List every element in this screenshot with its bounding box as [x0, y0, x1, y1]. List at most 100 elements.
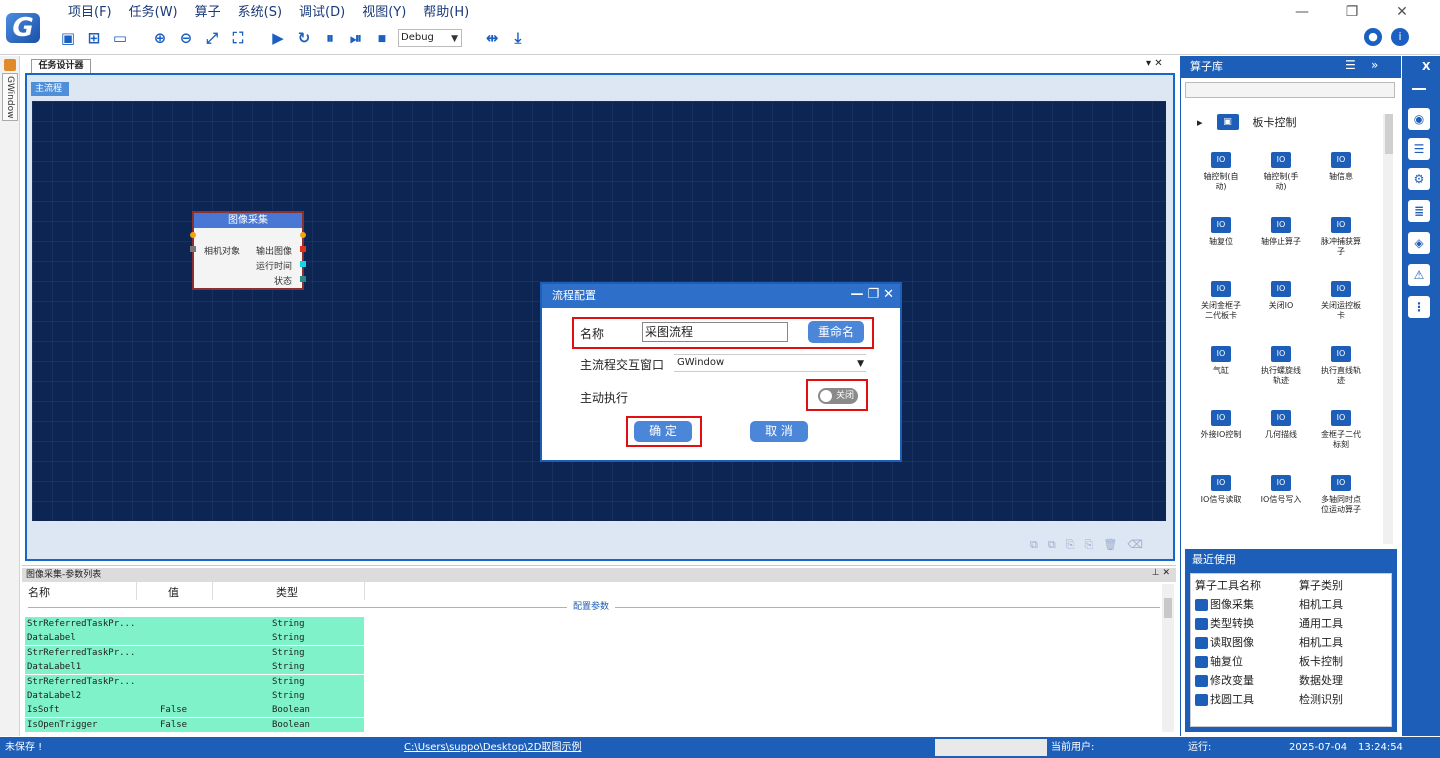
recent-row[interactable]: 找圆工具 检测识别 — [1195, 690, 1389, 709]
pause-icon[interactable]: ⏸ — [320, 28, 340, 48]
operator-search-input[interactable] — [1185, 82, 1395, 98]
node-output-port[interactable] — [300, 276, 306, 282]
align-icon[interactable]: ⧉ — [1030, 538, 1038, 552]
category-row[interactable]: ▸ ▣ 板卡控制 — [1197, 114, 1297, 130]
download-icon[interactable]: ⤓ — [508, 28, 528, 48]
operator-item[interactable]: IO 执行螺旋线 轨迹 — [1251, 345, 1311, 386]
debug-mode-select[interactable]: Debug — [398, 29, 462, 47]
rename-button[interactable]: 重命名 — [808, 321, 864, 343]
pin-icon[interactable]: ⊥ ✕ — [1152, 568, 1170, 578]
run-icon[interactable]: ▶ — [268, 28, 288, 48]
col-header-type[interactable]: 类型 — [276, 584, 298, 600]
operator-item[interactable]: IO IO信号读取 — [1191, 474, 1251, 505]
menu-project[interactable]: 项目(F) — [68, 3, 112, 23]
operator-item[interactable]: IO 几何描线 — [1251, 410, 1311, 440]
operator-item[interactable]: IO 轴停止算子 — [1251, 216, 1311, 247]
operator-item[interactable]: IO 轴控制(手 动) — [1251, 152, 1311, 192]
settings-icon[interactable]: ⚙ — [1408, 168, 1430, 190]
menu-icon[interactable]: ☰ — [1345, 58, 1356, 72]
recent-row[interactable]: 图像采集 相机工具 — [1195, 595, 1389, 614]
menu-operator[interactable]: 算子 — [195, 3, 221, 23]
chevron-right-icon[interactable]: ▸ — [1197, 116, 1203, 129]
param-row[interactable]: IsSoft False Boolean — [25, 703, 364, 718]
operator-scrollbar[interactable] — [1383, 114, 1393, 544]
operator-item[interactable]: IO 金框子二代 标刻 — [1311, 410, 1371, 450]
clear-icon[interactable]: ⌫ — [1127, 538, 1143, 552]
col-header-value[interactable]: 值 — [168, 584, 179, 600]
recent-row[interactable]: 轴复位 板卡控制 — [1195, 652, 1389, 671]
operator-item[interactable]: IO 外接IO控制 — [1191, 410, 1251, 440]
new-icon[interactable]: ⊞ — [84, 28, 104, 48]
gwindow-side-tab[interactable]: GWindow — [2, 73, 18, 121]
close-icon[interactable]: X — [1422, 60, 1430, 73]
node-output-port[interactable] — [300, 246, 306, 252]
cancel-button[interactable]: 取 消 — [750, 421, 808, 442]
param-row[interactable]: StrReferredTaskPr... String — [25, 617, 364, 631]
checklist-icon[interactable]: ☰ — [1408, 138, 1430, 160]
operator-scroll-thumb[interactable] — [1385, 114, 1393, 154]
step-icon[interactable]: ⏯ — [346, 28, 366, 48]
param-row[interactable]: StrReferredTaskPr... String — [25, 645, 364, 660]
recent-row[interactable]: 类型转换 通用工具 — [1195, 614, 1389, 633]
dialog-restore-icon[interactable]: ❐ — [867, 287, 879, 302]
warning-icon[interactable]: ⚠ — [1408, 264, 1430, 286]
camera-icon[interactable]: ◉ — [1408, 108, 1430, 130]
fullscreen-icon[interactable]: ⛶ — [228, 28, 248, 48]
param-row[interactable]: DataLabel1 String — [25, 660, 364, 675]
operator-item[interactable]: IO 关闭IO — [1251, 281, 1311, 311]
zoom-out-icon[interactable]: ⊖ — [176, 28, 196, 48]
menu-debug[interactable]: 调试(D) — [299, 3, 345, 23]
param-row[interactable]: DataLabel String — [25, 631, 364, 646]
recent-row[interactable]: 读取图像 相机工具 — [1195, 633, 1389, 652]
delete-icon[interactable]: 🗑 — [1103, 538, 1117, 552]
zoom-in-icon[interactable]: ⊕ — [150, 28, 170, 48]
node-input-port[interactable] — [190, 246, 196, 252]
restore-button[interactable]: ❐ — [1342, 4, 1362, 22]
menu-task[interactable]: 任务(W) — [129, 3, 178, 23]
param-scrollbar[interactable] — [1162, 584, 1174, 732]
project-path-link[interactable]: C:\Users\suppo\Desktop\2D取图示例 — [404, 737, 582, 758]
group-icon[interactable]: ⧉ — [1048, 538, 1056, 552]
log-icon[interactable]: ⋮ — [1408, 296, 1430, 318]
user-icon[interactable]: ● — [1364, 28, 1382, 46]
interaction-window-select[interactable]: GWindow — [674, 354, 866, 372]
auto-exec-toggle[interactable]: 关闭 — [818, 388, 858, 404]
node-flow-in-port[interactable] — [190, 232, 196, 238]
minimize-button[interactable]: — — [1292, 4, 1312, 22]
stop-icon[interactable]: ⏹ — [372, 28, 392, 48]
operator-item[interactable]: IO 关闭金框子 二代板卡 — [1191, 281, 1251, 321]
fit-icon[interactable]: ⤢ — [202, 28, 222, 48]
menu-help[interactable]: 帮助(H) — [423, 3, 469, 23]
param-row[interactable]: StrReferredTaskPr... String — [25, 674, 364, 689]
forward-icon[interactable]: » — [1371, 58, 1378, 72]
close-button[interactable]: ✕ — [1392, 4, 1412, 22]
operator-item[interactable]: IO 气缸 — [1191, 345, 1251, 376]
ok-button[interactable]: 确 定 — [634, 421, 692, 442]
node-flow-out-port[interactable] — [300, 232, 306, 238]
operator-item[interactable]: IO 执行直线轨迹 — [1311, 345, 1371, 386]
operator-item[interactable]: IO 轴信息 — [1311, 152, 1371, 182]
node-output-port[interactable] — [300, 261, 306, 267]
save-icon[interactable]: ▣ — [58, 28, 78, 48]
operator-item[interactable]: IO 轴复位 — [1191, 216, 1251, 247]
param-row[interactable]: DataLabel2 String — [25, 689, 364, 703]
operator-item[interactable]: IO 脉冲捕获算子 — [1311, 216, 1371, 257]
split-icon[interactable]: ⇹ — [482, 28, 502, 48]
menu-view[interactable]: 视图(Y) — [362, 3, 406, 23]
list-icon[interactable]: ≣ — [1408, 200, 1430, 222]
param-row[interactable]: IsOpenTrigger False Boolean — [25, 717, 364, 732]
menu-system[interactable]: 系统(S) — [238, 3, 282, 23]
doc-tab-controls[interactable]: ▾ ✕ — [1146, 58, 1163, 69]
flow-name-input[interactable]: 采图流程 — [642, 322, 788, 342]
image-capture-node[interactable]: 图像采集 相机对象 输出图像 运行时间 状态 — [190, 211, 306, 290]
recent-row[interactable]: 修改变量 数据处理 — [1195, 671, 1389, 690]
copy-icon[interactable]: ⎘ — [1066, 538, 1075, 552]
dialog-minimize-icon[interactable]: — — [850, 287, 863, 302]
operator-item[interactable]: IO 多轴同时点 位运动算子 — [1311, 474, 1371, 515]
info-icon[interactable]: i — [1391, 28, 1409, 46]
layers-icon[interactable]: ◈ — [1408, 232, 1430, 254]
loop-icon[interactable]: ↻ — [294, 28, 314, 48]
task-designer-tab[interactable]: 任务设计器 — [31, 59, 91, 73]
col-header-name[interactable]: 名称 — [28, 584, 50, 600]
operator-item[interactable]: IO IO信号写入 — [1251, 474, 1311, 505]
